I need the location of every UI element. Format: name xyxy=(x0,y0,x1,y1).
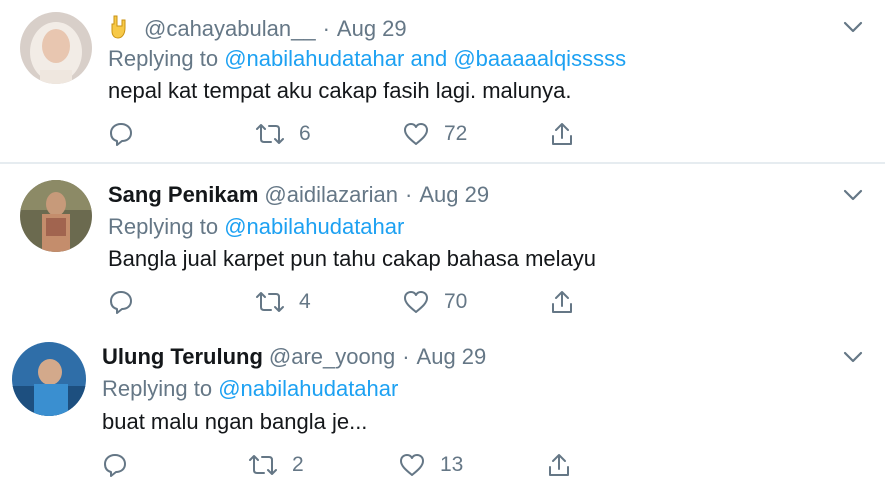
tweet-text: Bangla jual karpet pun tahu cakap bahasa… xyxy=(108,246,597,271)
share-button[interactable] xyxy=(549,288,575,316)
retweet-button[interactable]: 4 xyxy=(255,288,311,316)
tweet-date[interactable]: Aug 29 xyxy=(417,344,487,369)
reply-icon xyxy=(110,291,132,314)
retweet-icon xyxy=(256,292,284,312)
like-icon xyxy=(400,454,424,476)
replying-to: Replying to @nabilahudatahar xyxy=(108,214,404,240)
like-button[interactable]: 70 xyxy=(402,288,467,316)
replying-to: Replying to @nabilahudatahar xyxy=(102,376,398,402)
share-button[interactable] xyxy=(546,451,572,479)
like-icon xyxy=(404,291,428,313)
like-button[interactable]: 72 xyxy=(402,120,467,148)
chevron-down-icon[interactable] xyxy=(843,188,863,202)
retweet-icon xyxy=(256,124,284,144)
separator-dot: · xyxy=(402,344,410,369)
tweet-date[interactable]: Aug 29 xyxy=(337,16,407,41)
tweet-text: nepal kat tempat aku cakap fasih lagi. m… xyxy=(108,78,572,103)
tweet-header: @cahayabulan__ · Aug 29 xyxy=(108,14,407,46)
tweet-header: Sang Penikam @aidilazarian · Aug 29 xyxy=(108,182,489,208)
user-handle[interactable]: @are_yoong xyxy=(269,344,395,369)
user-handle[interactable]: @cahayabulan__ xyxy=(144,16,316,41)
tweet-3[interactable]: Ulung Terulung @are_yoong · Aug 29 Replying… xyxy=(0,327,885,491)
like-count: 70 xyxy=(444,290,468,313)
mention-link[interactable]: @nabilahudatahar xyxy=(218,376,398,401)
like-icon xyxy=(404,123,428,145)
mention-link[interactable]: @nabilahudatahar xyxy=(224,214,404,239)
display-name[interactable]: Sang Penikam xyxy=(108,182,258,207)
share-button[interactable] xyxy=(549,120,575,148)
retweet-count: 6 xyxy=(299,122,311,145)
chevron-down-icon[interactable] xyxy=(843,350,863,364)
like-button[interactable]: 13 xyxy=(398,451,463,479)
reply-icon xyxy=(110,123,132,146)
tweet-2[interactable]: Sang Penikam @aidilazarian · Aug 29 Replyin… xyxy=(0,164,885,327)
chevron-down-icon[interactable] xyxy=(843,20,863,34)
retweet-count: 4 xyxy=(299,290,311,313)
tweet-1[interactable]: @cahayabulan__ · Aug 29 Replying to @nabil… xyxy=(0,0,885,162)
share-icon xyxy=(549,454,569,476)
like-count: 13 xyxy=(440,453,464,476)
replying-to: Replying to @nabilahudatahar and @baaaaa… xyxy=(108,46,626,72)
display-name[interactable]: Ulung Terulung xyxy=(102,344,263,369)
share-icon xyxy=(552,123,572,145)
share-icon xyxy=(552,291,572,313)
mention-link[interactable]: @baaaaalqisssss xyxy=(453,46,626,71)
retweet-button[interactable]: 6 xyxy=(255,120,311,148)
tweet-text: buat malu ngan bangla je... xyxy=(102,409,368,434)
user-handle[interactable]: @aidilazarian xyxy=(264,182,398,207)
avatar[interactable] xyxy=(12,342,86,416)
retweet-icon xyxy=(249,455,277,475)
replying-prefix: Replying to xyxy=(108,214,219,239)
tweet-date[interactable]: Aug 29 xyxy=(419,182,489,207)
avatar[interactable] xyxy=(20,180,92,252)
retweet-button[interactable]: 2 xyxy=(248,451,304,479)
retweet-count: 2 xyxy=(292,453,304,476)
tweet-header: Ulung Terulung @are_yoong · Aug 29 xyxy=(102,344,486,370)
mention-joiner: and xyxy=(410,46,448,71)
reply-button[interactable] xyxy=(108,120,134,148)
like-count: 72 xyxy=(444,122,468,145)
separator-dot: · xyxy=(322,15,330,41)
mention-link[interactable]: @nabilahudatahar xyxy=(224,46,404,71)
replying-prefix: Replying to xyxy=(108,46,219,71)
avatar[interactable] xyxy=(20,12,92,84)
separator-dot: · xyxy=(405,182,413,207)
reply-button[interactable] xyxy=(108,288,134,316)
reply-icon xyxy=(104,454,126,477)
reply-button[interactable] xyxy=(102,451,128,479)
replying-prefix: Replying to xyxy=(102,376,213,401)
rock-on-hand-emoji xyxy=(108,14,134,46)
